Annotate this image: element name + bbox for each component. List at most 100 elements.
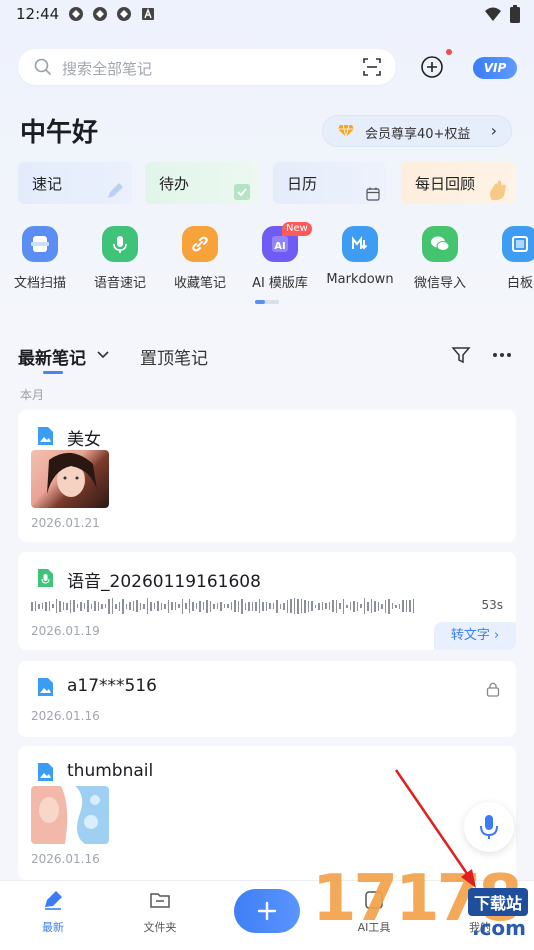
waveform-bar — [188, 599, 190, 613]
daily-review-card[interactable]: 每日回顾 — [401, 162, 516, 204]
waveform-bar — [335, 599, 337, 613]
waveform-bar — [132, 601, 134, 611]
waveform-bar — [62, 602, 64, 610]
calendar-icon — [366, 187, 380, 201]
note-thumbnail — [31, 450, 109, 508]
vip-badge[interactable]: VIP — [473, 57, 517, 79]
calendar-card[interactable]: 日历 — [273, 162, 387, 204]
tab-pinned-notes[interactable]: 置顶笔记 — [140, 344, 208, 369]
waveform-bar — [269, 603, 271, 609]
more-icon[interactable] — [492, 352, 512, 358]
notification-icons — [68, 6, 156, 22]
waveform-bar — [192, 601, 194, 611]
waveform-bar — [153, 603, 155, 609]
waveform-bar — [216, 603, 218, 609]
tool-voice-note[interactable]: 语音速记 — [80, 222, 160, 291]
add-circle-icon[interactable] — [420, 55, 444, 79]
tool-ai-templates[interactable]: AI New AI 模版库 — [240, 222, 320, 291]
tab-latest-notes[interactable]: 最新笔记 — [18, 344, 86, 369]
app-notification-icon — [69, 7, 83, 21]
note-card[interactable]: 语音_20260119161608 53s 2026.01.19 转文字 › — [18, 552, 516, 650]
waveform-bar — [241, 598, 243, 614]
waveform-bar — [398, 603, 400, 609]
waveform-bar — [342, 598, 344, 614]
tool-label: 收藏笔记 — [173, 276, 226, 291]
waveform-bar — [178, 604, 180, 608]
waveform-bar — [31, 601, 33, 611]
waveform-bar — [339, 603, 341, 609]
waveform-bar — [59, 600, 61, 612]
waveform-bar — [213, 603, 215, 609]
wifi-icon — [485, 7, 501, 21]
waveform-bar — [139, 602, 141, 610]
whiteboard-icon — [502, 226, 534, 262]
svg-text:AI: AI — [274, 241, 285, 252]
waveform-bar — [311, 601, 313, 611]
note-card[interactable]: 美女 2026.01.21 — [18, 410, 516, 542]
waveform-bar — [157, 601, 159, 611]
scan-icon[interactable] — [362, 57, 382, 77]
note-title: thumbnail — [67, 761, 154, 781]
waveform-bar — [346, 604, 348, 608]
convert-to-text-button[interactable]: 转文字 › — [434, 622, 516, 650]
note-date: 2026.01.21 — [31, 516, 100, 530]
waveform-bar — [174, 602, 176, 610]
note-date: 2026.01.19 — [31, 624, 100, 638]
todo-card[interactable]: 待办 — [145, 162, 259, 204]
diamond-icon — [338, 124, 354, 138]
note-card[interactable]: a17***516 2026.01.16 — [18, 661, 516, 737]
member-benefits-label: 会员尊享40+权益 — [365, 127, 471, 142]
nav-latest[interactable]: 最新 — [23, 889, 83, 935]
search-bar[interactable]: 搜索全部笔记 — [18, 49, 396, 85]
waveform-bar — [360, 604, 362, 608]
waveform-bar — [206, 599, 208, 613]
member-benefits-button[interactable]: 会员尊享40+权益 › — [322, 115, 512, 147]
status-bar: 12:44 — [0, 0, 534, 30]
waveform-bar — [97, 601, 99, 611]
waveform-bar — [125, 603, 127, 609]
plus-icon — [257, 901, 277, 921]
tool-wechat-import[interactable]: 微信导入 — [400, 222, 480, 291]
waveform-bar — [195, 603, 197, 609]
waveform-bar — [307, 600, 309, 612]
markdown-icon — [342, 226, 378, 262]
waveform-bar — [286, 599, 288, 613]
battery-icon — [510, 5, 520, 23]
chevron-down-icon[interactable] — [96, 347, 110, 361]
waveform-bar — [76, 604, 78, 608]
waveform-bar — [199, 600, 201, 612]
waveform-bar — [377, 601, 379, 611]
chevron-right-icon: › — [490, 121, 497, 140]
waveform-bar — [265, 601, 267, 611]
waveform-bar — [244, 602, 246, 610]
nav-label: 最新 — [42, 921, 64, 934]
quick-note-label: 速记 — [32, 175, 63, 193]
waveform-bar — [73, 600, 75, 612]
waveform-bar — [374, 600, 376, 612]
hand-wave-icon — [490, 180, 506, 201]
waveform-bar — [332, 600, 334, 612]
waveform-bar — [209, 600, 211, 612]
image-note-icon — [38, 427, 53, 445]
tool-document-scan[interactable]: 文档扫描 — [0, 222, 80, 291]
image-note-icon — [38, 763, 53, 781]
waveform-bar — [160, 602, 162, 610]
create-note-button[interactable] — [234, 889, 300, 933]
audio-note-icon — [38, 569, 53, 587]
tool-markdown[interactable]: Markdown — [320, 222, 400, 287]
calendar-label: 日历 — [287, 175, 318, 193]
waveform-bar — [367, 601, 369, 611]
voice-input-button[interactable] — [464, 802, 514, 852]
tool-collect-notes[interactable]: 收藏笔记 — [160, 222, 240, 291]
tool-whiteboard[interactable]: 白板 — [480, 222, 534, 291]
nav-folders[interactable]: 文件夹 — [130, 889, 190, 935]
waveform-bar — [300, 599, 302, 613]
new-badge: New — [282, 222, 312, 236]
quick-note-card[interactable]: 速记 — [18, 162, 132, 204]
ai-template-icon: AI New — [262, 222, 312, 262]
waveform-bar — [101, 603, 103, 609]
waveform-bar — [314, 604, 316, 608]
waveform-bar — [279, 603, 281, 609]
filter-icon[interactable] — [451, 345, 471, 365]
watermark-logo: 17178 下载站 .com — [312, 856, 534, 950]
